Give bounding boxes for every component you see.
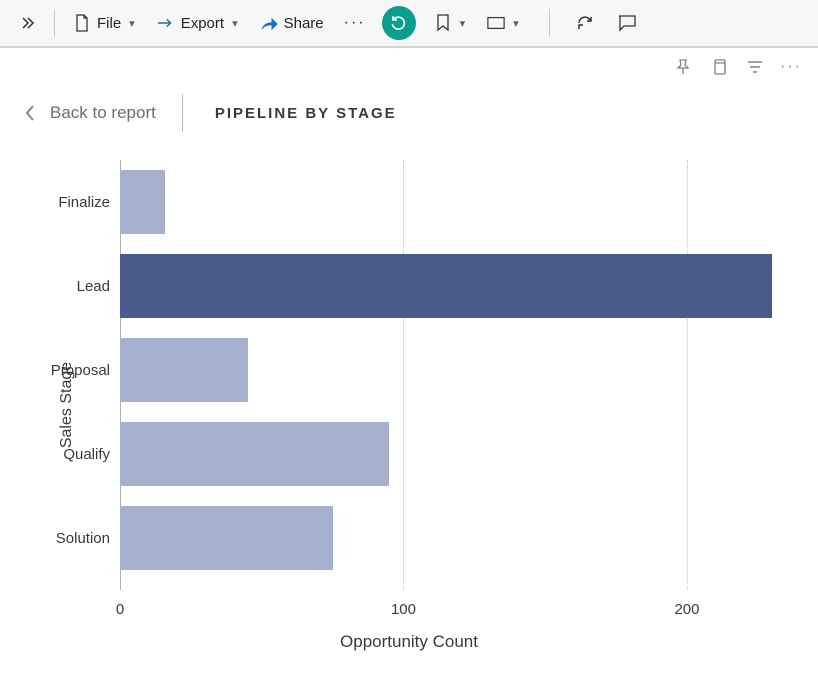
chevron-down-icon: ▾: [460, 17, 466, 30]
filter-icon[interactable]: [746, 58, 764, 76]
bar-row: Finalize: [120, 170, 772, 234]
toolbar-separator: [549, 9, 550, 37]
file-menu-button[interactable]: File ▾: [63, 8, 145, 38]
visual-header: ···: [0, 48, 818, 76]
reload-button[interactable]: [566, 8, 604, 38]
bar[interactable]: [120, 338, 248, 402]
x-tick-label: 100: [391, 601, 416, 618]
plot-area: 0100200FinalizeLeadProposalQualifySoluti…: [120, 160, 772, 590]
bar-row: Solution: [120, 506, 772, 570]
share-button[interactable]: Share: [250, 8, 334, 38]
chevron-down-icon: ▾: [129, 17, 135, 30]
export-icon: [157, 14, 175, 32]
category-label: Finalize: [58, 194, 120, 211]
chevrons-right-icon: [18, 14, 36, 32]
back-label: Back to report: [50, 103, 156, 123]
back-button[interactable]: Back to report: [24, 103, 156, 123]
more-options-button[interactable]: ···: [336, 8, 374, 38]
view-menu-button[interactable]: ▾: [477, 8, 529, 38]
breadcrumb-separator: [182, 94, 183, 132]
export-menu-button[interactable]: Export ▾: [147, 8, 248, 38]
comment-icon: [618, 14, 636, 32]
comment-button[interactable]: [608, 8, 646, 38]
bar-row: Lead: [120, 254, 772, 318]
category-label: Qualify: [63, 446, 120, 463]
refresh-icon: [390, 14, 408, 32]
toolbar-separator: [54, 9, 55, 37]
reload-icon: [576, 14, 594, 32]
x-tick-label: 0: [116, 601, 124, 618]
expand-menu-button[interactable]: [8, 8, 46, 38]
category-label: Lead: [77, 278, 120, 295]
export-label: Export: [181, 15, 224, 32]
bar[interactable]: [120, 254, 772, 318]
bookmark-menu-button[interactable]: ▾: [424, 8, 476, 38]
breadcrumb: Back to report PIPELINE BY STAGE: [0, 76, 818, 140]
share-icon: [260, 14, 278, 32]
bar-row: Qualify: [120, 422, 772, 486]
chevron-down-icon: ▾: [232, 17, 238, 30]
ellipsis-icon: ···: [346, 14, 364, 32]
bookmark-icon: [434, 14, 452, 32]
pin-icon[interactable]: [674, 58, 692, 76]
file-icon: [73, 14, 91, 32]
bar[interactable]: [120, 170, 165, 234]
app-toolbar: File ▾ Export ▾ Share ··· ▾ ▾: [0, 0, 818, 48]
x-axis-title: Opportunity Count: [340, 632, 478, 652]
copy-icon[interactable]: [710, 58, 728, 76]
refresh-button[interactable]: [382, 6, 416, 40]
category-label: Proposal: [51, 362, 120, 379]
x-tick-label: 200: [674, 601, 699, 618]
more-icon[interactable]: ···: [782, 58, 800, 76]
bar[interactable]: [120, 422, 389, 486]
rectangle-icon: [487, 14, 505, 32]
chart: Sales Stage 0100200FinalizeLeadProposalQ…: [20, 150, 798, 660]
page-title: PIPELINE BY STAGE: [215, 105, 397, 122]
chevron-left-icon: [24, 104, 36, 122]
share-label: Share: [284, 15, 324, 32]
category-label: Solution: [56, 530, 120, 547]
bar-row: Proposal: [120, 338, 772, 402]
chevron-down-icon: ▾: [513, 17, 519, 30]
bar[interactable]: [120, 506, 333, 570]
file-label: File: [97, 15, 121, 32]
